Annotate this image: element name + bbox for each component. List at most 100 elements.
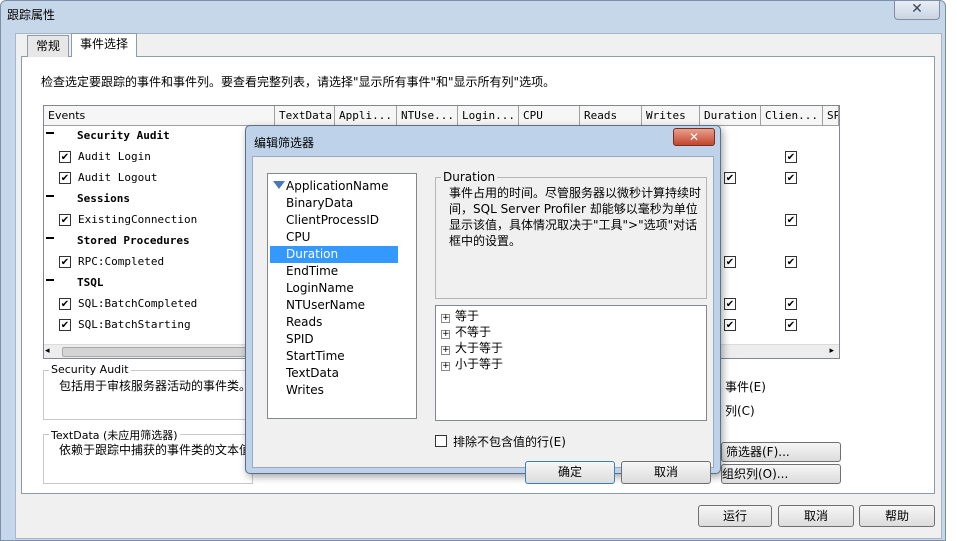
textdata-description: 依赖于跟踪中捕获的事件类的文本值 <box>59 443 252 457</box>
filter-column-item[interactable]: NTUserName <box>270 297 398 314</box>
filter-column-label: BinaryData <box>286 196 354 210</box>
filter-operator-label: 等于 <box>455 309 480 323</box>
event-checkbox[interactable] <box>59 214 71 226</box>
window-close-icon[interactable]: ✕ <box>894 1 940 20</box>
grid-column-header[interactable]: Duration <box>700 106 761 126</box>
event-checkbox[interactable] <box>59 256 71 268</box>
filter-operator-tree[interactable]: + 等于 + 不等于 + 大于等于 + 小于等于 <box>435 305 707 421</box>
grid-column-header[interactable]: Writes <box>642 106 700 126</box>
event-checkbox[interactable] <box>59 319 71 331</box>
filter-column-label: TextData <box>286 366 339 380</box>
filter-column-label: NTUserName <box>286 298 366 312</box>
dialog-body: ApplicationName BinaryData ClientProcessID… <box>252 156 714 484</box>
filter-column-item[interactable]: TextData <box>270 365 398 382</box>
exclude-empty-rows-checkbox[interactable] <box>435 435 447 447</box>
grid-column-header[interactable]: Login... <box>458 106 519 126</box>
expand-icon[interactable]: + <box>441 330 450 339</box>
event-checkbox[interactable] <box>59 172 71 184</box>
exclude-empty-rows-label: 排除不包含值的行(E) <box>453 435 566 449</box>
filter-column-list[interactable]: ApplicationName BinaryData ClientProcessID… <box>267 173 417 419</box>
filter-column-item[interactable]: SPID <box>270 331 398 348</box>
filter-column-label: EndTime <box>286 264 339 278</box>
expand-icon[interactable]: + <box>441 346 450 355</box>
event-category-label: Stored Procedures <box>77 234 190 247</box>
filter-column-item[interactable]: Reads <box>270 314 398 331</box>
filter-column-item[interactable]: ApplicationName <box>270 178 398 195</box>
security-audit-title: Security Audit <box>49 363 131 376</box>
column-checkbox[interactable] <box>724 298 736 310</box>
filter-column-label: LoginName <box>286 281 354 295</box>
filter-column-label: CPU <box>286 230 311 244</box>
event-category-label: TSQL <box>77 276 104 289</box>
dialog-close-icon[interactable]: ✕ <box>673 128 715 146</box>
event-checkbox[interactable] <box>59 298 71 310</box>
ok-button[interactable]: 确定 <box>525 461 615 484</box>
column-checkbox[interactable] <box>785 256 797 268</box>
filter-column-label: StartTime <box>286 349 345 363</box>
dialog-cancel-button[interactable]: 取消 <box>621 461 711 484</box>
filter-column-item[interactable]: Writes <box>270 382 398 399</box>
scroll-left-icon[interactable]: ◂ <box>45 346 50 356</box>
filter-funnel-icon <box>273 181 285 189</box>
filter-operator-node[interactable]: + 小于等于 <box>441 356 503 372</box>
tab-general[interactable]: 常规 <box>27 35 70 57</box>
collapse-icon[interactable] <box>46 237 54 239</box>
event-label: RPC:Completed <box>78 255 165 268</box>
dialog-title: 编辑筛选器 <box>254 136 315 150</box>
run-button[interactable]: 运行 <box>698 505 772 527</box>
column-checkbox[interactable] <box>785 172 797 184</box>
show-all-events-option[interactable]: 事件(E) <box>725 378 766 395</box>
filter-column-item[interactable]: StartTime <box>270 348 398 365</box>
filter-operator-node[interactable]: + 大于等于 <box>441 340 503 356</box>
filter-column-item[interactable]: CPU <box>270 229 398 246</box>
column-checkbox[interactable] <box>724 172 736 184</box>
event-label: SQL:BatchStarting <box>78 318 191 331</box>
column-checkbox[interactable] <box>785 151 797 163</box>
organize-columns-button[interactable]: 组织列(O)... <box>721 464 841 484</box>
column-filters-button[interactable]: 筛选器(F)... <box>721 442 841 462</box>
filter-column-item[interactable]: ClientProcessID <box>270 212 398 229</box>
grid-column-header[interactable]: Appli... <box>335 106 397 126</box>
security-audit-description: 包括用于审核服务器活动的事件类。 <box>59 379 252 393</box>
filter-column-item[interactable]: BinaryData <box>270 195 398 212</box>
filter-column-item[interactable]: LoginName <box>270 280 398 297</box>
expand-icon[interactable]: + <box>441 314 450 323</box>
expand-icon[interactable]: + <box>441 362 450 371</box>
filter-column-label: Reads <box>286 315 323 329</box>
filter-column-label: ClientProcessID <box>286 213 380 227</box>
column-checkbox[interactable] <box>724 319 736 331</box>
grid-column-header[interactable]: Events <box>44 106 275 126</box>
event-category-label: Sessions <box>77 192 130 205</box>
grid-column-header[interactable]: SP <box>823 106 839 126</box>
grid-column-header[interactable]: TextData <box>275 106 335 126</box>
collapse-icon[interactable] <box>46 195 54 197</box>
filter-operator-node[interactable]: + 不等于 <box>441 324 491 340</box>
collapse-icon[interactable] <box>46 279 54 281</box>
filter-column-label: SPID <box>286 332 314 346</box>
column-description-title: Duration <box>441 170 498 184</box>
column-checkbox[interactable] <box>785 319 797 331</box>
column-checkbox[interactable] <box>785 214 797 226</box>
grid-column-header[interactable]: CPU <box>519 106 580 126</box>
event-label: Audit Login <box>78 150 151 163</box>
filter-operator-node[interactable]: + 等于 <box>441 308 479 324</box>
scroll-right-icon[interactable]: ▸ <box>829 346 834 356</box>
grid-column-header[interactable]: Reads <box>580 106 642 126</box>
column-checkbox[interactable] <box>785 298 797 310</box>
column-checkbox[interactable] <box>724 256 736 268</box>
tab-events-selection[interactable]: 事件选择 <box>71 33 138 57</box>
show-all-columns-option[interactable]: 列(C) <box>725 402 755 419</box>
cancel-button[interactable]: 取消 <box>778 505 854 527</box>
edit-filter-dialog: 编辑筛选器 ✕ ApplicationName BinaryData ClientP… <box>245 125 721 484</box>
grid-column-header[interactable]: Clien... <box>761 106 823 126</box>
help-button[interactable]: 帮助 <box>859 505 935 527</box>
filter-column-label: ApplicationName <box>286 179 389 193</box>
collapse-icon[interactable] <box>46 132 54 134</box>
grid-column-header[interactable]: NTUse... <box>397 106 458 126</box>
event-label: ExistingConnection <box>78 213 198 226</box>
filter-column-label: Duration <box>286 247 339 261</box>
event-checkbox[interactable] <box>59 151 71 163</box>
column-description-text: 事件占用的时间。尽管服务器以微秒计算持续时间，SQL Server Profil… <box>449 186 702 248</box>
filter-column-item[interactable]: Duration <box>270 246 398 263</box>
filter-column-item[interactable]: EndTime <box>270 263 398 280</box>
